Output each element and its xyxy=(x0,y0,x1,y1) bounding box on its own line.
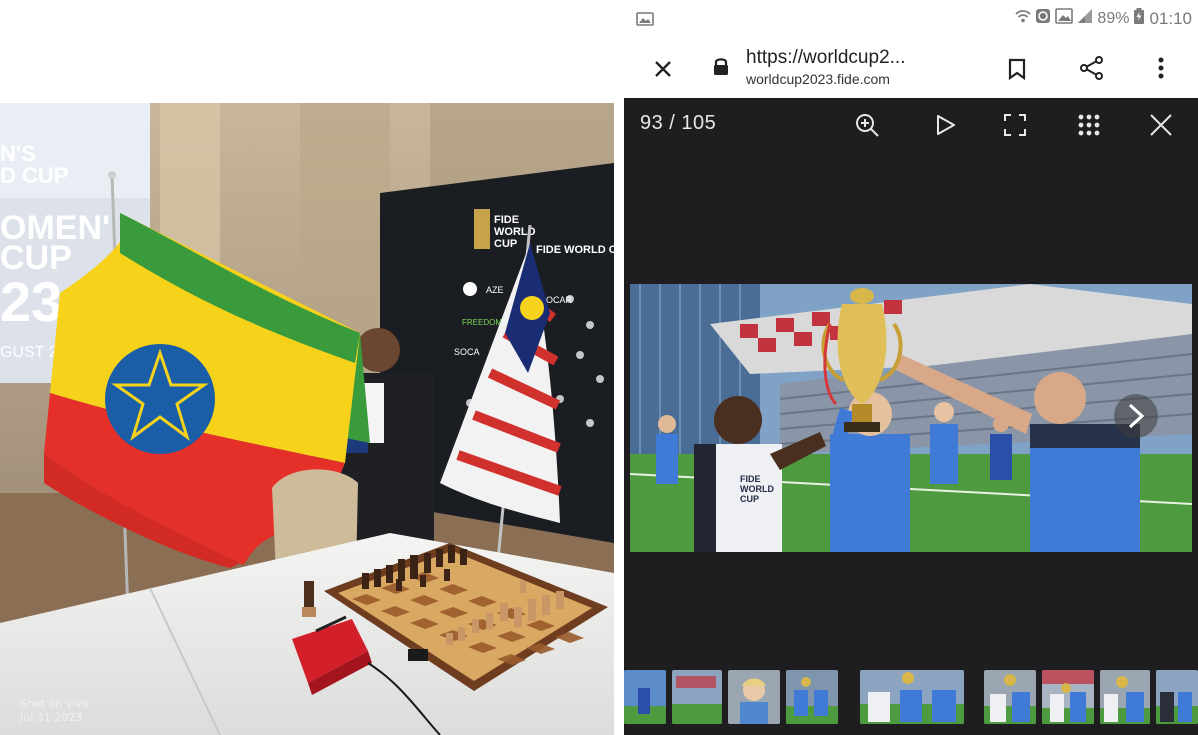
next-image-button[interactable] xyxy=(1114,394,1158,438)
bookmark-button[interactable] xyxy=(1002,54,1032,84)
more-options-button[interactable] xyxy=(1148,52,1174,84)
gallery-icon xyxy=(1055,8,1074,29)
address-bar[interactable]: https://worldcup2... worldcup2023.fide.c… xyxy=(746,46,996,88)
battery-icon xyxy=(1133,8,1145,29)
thumbnail[interactable] xyxy=(728,670,780,724)
banner-text: 23 xyxy=(0,270,62,333)
slideshow-button[interactable] xyxy=(930,110,960,140)
thumbnail[interactable] xyxy=(1042,670,1094,724)
clock: 01:10 xyxy=(1149,8,1192,28)
play-icon xyxy=(937,115,955,135)
more-vert-icon xyxy=(1158,57,1164,79)
backdrop-title: CUP xyxy=(494,238,517,250)
status-bar: 89% 01:10 xyxy=(624,0,1198,40)
trophy-photo: FIDE WORLD CUP xyxy=(630,284,1192,552)
thumbnail[interactable] xyxy=(624,670,666,724)
sync-icon xyxy=(1035,8,1051,29)
thumbnail[interactable] xyxy=(672,670,722,724)
backdrop-sponsor: SOCA xyxy=(454,347,480,357)
backdrop-title: FIDE WORLD CUP 2023 xyxy=(536,244,614,256)
backdrop-title: FIDE xyxy=(494,214,519,226)
shirt-text: FIDE xyxy=(740,474,761,484)
battery-percent: 89% xyxy=(1097,9,1130,27)
thumbnail-strip xyxy=(624,670,1198,726)
banner-text: GUST 2 xyxy=(0,344,58,361)
signal-icon xyxy=(1077,8,1093,29)
close-icon xyxy=(1150,114,1172,136)
grid-view-button[interactable] xyxy=(1074,110,1104,140)
close-icon xyxy=(655,61,671,77)
grid-icon xyxy=(1078,114,1100,136)
banner-text: D CUP xyxy=(0,163,68,188)
shirt-text: CUP xyxy=(740,494,759,504)
thumbnail[interactable] xyxy=(984,670,1036,724)
thumbnail[interactable] xyxy=(1156,670,1198,724)
shirt-text: WORLD xyxy=(740,484,774,494)
chess-event-photo: N'S D CUP OMEN' CUP 23 GUST 2 FIDE WORLD… xyxy=(0,103,614,735)
url-domain: worldcup2023.fide.com xyxy=(746,71,890,87)
gallery-main-image: FIDE WORLD CUP xyxy=(630,284,1192,552)
backdrop-sponsor: FREEDOM xyxy=(462,318,502,327)
backdrop-sponsor: AZE xyxy=(486,285,504,295)
url-title: https://worldcup2... xyxy=(746,47,906,68)
wifi-icon xyxy=(1015,8,1032,29)
phone-screen: 89% 01:10 https://worldcup2... worldcup2… xyxy=(624,0,1198,735)
close-tab-button[interactable] xyxy=(646,52,680,86)
thumbnail[interactable] xyxy=(786,670,838,724)
close-viewer-button[interactable] xyxy=(1146,110,1176,140)
share-icon xyxy=(1080,56,1103,80)
flag-emblem xyxy=(105,344,215,454)
bookmark-icon xyxy=(1008,58,1026,80)
thumbnail[interactable] xyxy=(860,670,964,724)
fullscreen-button[interactable] xyxy=(1000,110,1030,140)
image-notification-icon xyxy=(636,12,654,31)
image-counter: 93 / 105 xyxy=(640,112,717,134)
thumbnail[interactable] xyxy=(1100,670,1150,724)
zoom-in-icon xyxy=(856,114,879,137)
chevron-right-icon xyxy=(1128,403,1145,429)
lock-icon xyxy=(712,56,730,81)
browser-toolbar: https://worldcup2... worldcup2023.fide.c… xyxy=(624,40,1198,98)
left-photo: N'S D CUP OMEN' CUP 23 GUST 2 FIDE WORLD… xyxy=(0,103,614,735)
zoom-in-button[interactable] xyxy=(852,110,882,140)
fullscreen-icon xyxy=(1004,114,1026,136)
gallery-viewer: 93 / 105 FIDE WORLD CUP xyxy=(624,98,1198,735)
share-button[interactable] xyxy=(1076,52,1108,84)
photo-watermark: Shot on vivo Jul 31 2023 xyxy=(20,697,89,724)
